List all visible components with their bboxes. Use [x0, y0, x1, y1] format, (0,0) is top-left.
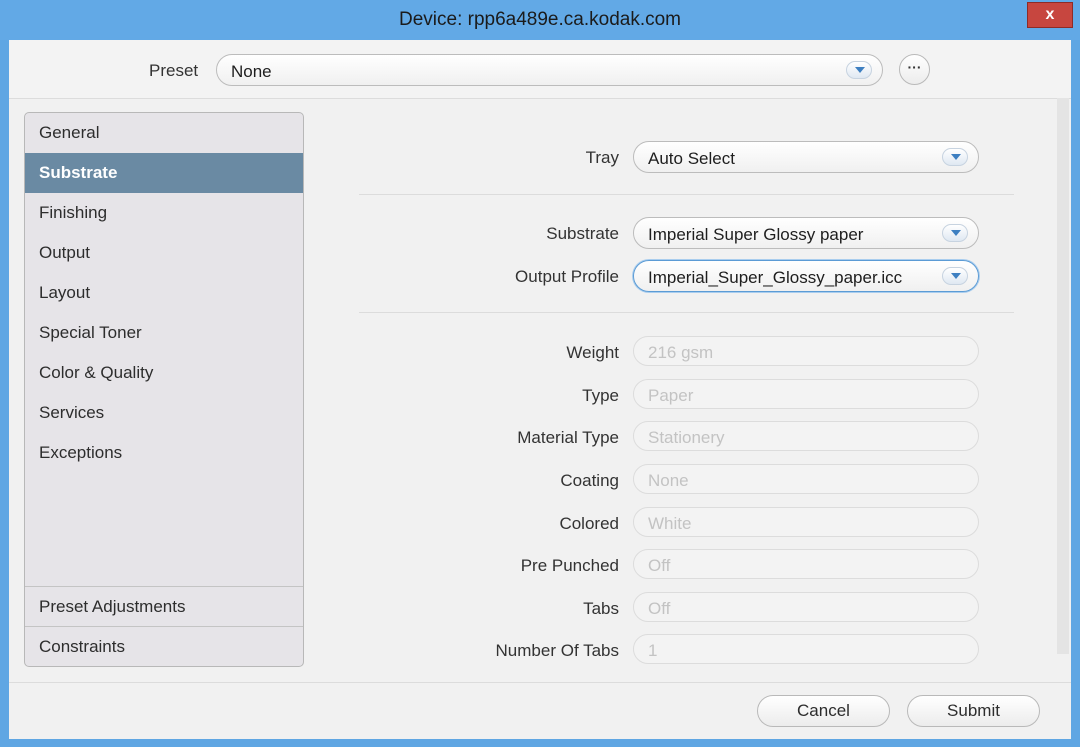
dialog-footer: Cancel Submit: [9, 682, 1071, 739]
weight-field: 216 gsm: [633, 336, 979, 366]
tabs-label: Tabs: [583, 599, 619, 618]
colored-field: White: [633, 507, 979, 537]
more-options-button[interactable]: ···: [899, 54, 930, 85]
dialog-content: Preset None ··· General Substrate Finish…: [9, 40, 1071, 739]
tray-value: Auto Select: [648, 149, 735, 168]
preset-value: None: [231, 62, 272, 81]
substrate-label: Substrate: [546, 224, 619, 243]
output-profile-value: Imperial_Super_Glossy_paper.icc: [648, 268, 903, 287]
material-type-label: Material Type: [517, 428, 619, 447]
chevron-down-icon: [942, 148, 968, 166]
type-value: Paper: [648, 386, 694, 405]
coating-field: None: [633, 464, 979, 494]
chevron-down-icon: [942, 267, 968, 285]
colored-value: White: [648, 514, 692, 533]
window-title: Device: rpp6a489e.ca.kodak.com: [399, 9, 681, 30]
material-type-field: Stationery: [633, 421, 979, 451]
title-bar: Device: rpp6a489e.ca.kodak.com x: [0, 0, 1080, 40]
sidebar-item-output[interactable]: Output: [25, 233, 303, 273]
sidebar-item-color-quality[interactable]: Color & Quality: [25, 353, 303, 393]
close-button[interactable]: x: [1027, 2, 1073, 28]
vertical-scrollbar[interactable]: [1057, 98, 1069, 654]
coating-label: Coating: [560, 471, 619, 490]
weight-label: Weight: [566, 343, 619, 362]
preset-row: Preset None ···: [9, 40, 1071, 99]
substrate-settings-panel: Tray Auto Select Substrate Imperial Supe…: [319, 98, 1059, 683]
sidebar-item-special-toner[interactable]: Special Toner: [25, 313, 303, 353]
chevron-down-icon: [846, 61, 872, 79]
chevron-down-icon: [942, 224, 968, 242]
sidebar-item-finishing[interactable]: Finishing: [25, 193, 303, 233]
sidebar-item-layout[interactable]: Layout: [25, 273, 303, 313]
section-divider: [359, 194, 1014, 195]
pre-punched-value: Off: [648, 556, 671, 575]
section-divider: [359, 312, 1014, 313]
substrate-value: Imperial Super Glossy paper: [648, 225, 864, 244]
sidebar-item-substrate[interactable]: Substrate: [25, 153, 303, 193]
substrate-dropdown[interactable]: Imperial Super Glossy paper: [633, 217, 979, 249]
preset-label: Preset: [149, 61, 199, 80]
submit-button[interactable]: Submit: [907, 695, 1040, 727]
coating-value: None: [648, 471, 689, 490]
type-field: Paper: [633, 379, 979, 409]
material-type-value: Stationery: [648, 428, 725, 447]
preset-dropdown[interactable]: None: [216, 54, 883, 86]
sidebar-item-preset-adjustments[interactable]: Preset Adjustments: [25, 587, 303, 627]
type-label: Type: [582, 386, 619, 405]
dialog-window: Device: rpp6a489e.ca.kodak.com x Preset …: [0, 0, 1080, 747]
cancel-button[interactable]: Cancel: [757, 695, 890, 727]
tray-label: Tray: [585, 148, 619, 167]
sidebar-item-constraints[interactable]: Constraints: [25, 627, 303, 666]
tray-dropdown[interactable]: Auto Select: [633, 141, 979, 173]
number-of-tabs-value: 1: [648, 641, 658, 660]
sidebar-item-general[interactable]: General: [25, 113, 303, 153]
output-profile-label: Output Profile: [515, 267, 619, 286]
pre-punched-label: Pre Punched: [520, 556, 619, 575]
sidebar-item-services[interactable]: Services: [25, 393, 303, 433]
number-of-tabs-label: Number Of Tabs: [495, 641, 619, 660]
tabs-value: Off: [648, 599, 671, 618]
output-profile-dropdown[interactable]: Imperial_Super_Glossy_paper.icc: [633, 260, 979, 292]
settings-sidebar: General Substrate Finishing Output Layou…: [24, 112, 304, 667]
number-of-tabs-field: 1: [633, 634, 979, 664]
pre-punched-field: Off: [633, 549, 979, 579]
sidebar-item-exceptions[interactable]: Exceptions: [25, 433, 303, 473]
colored-label: Colored: [559, 514, 619, 533]
weight-value: 216 gsm: [648, 343, 714, 362]
tabs-field: Off: [633, 592, 979, 622]
